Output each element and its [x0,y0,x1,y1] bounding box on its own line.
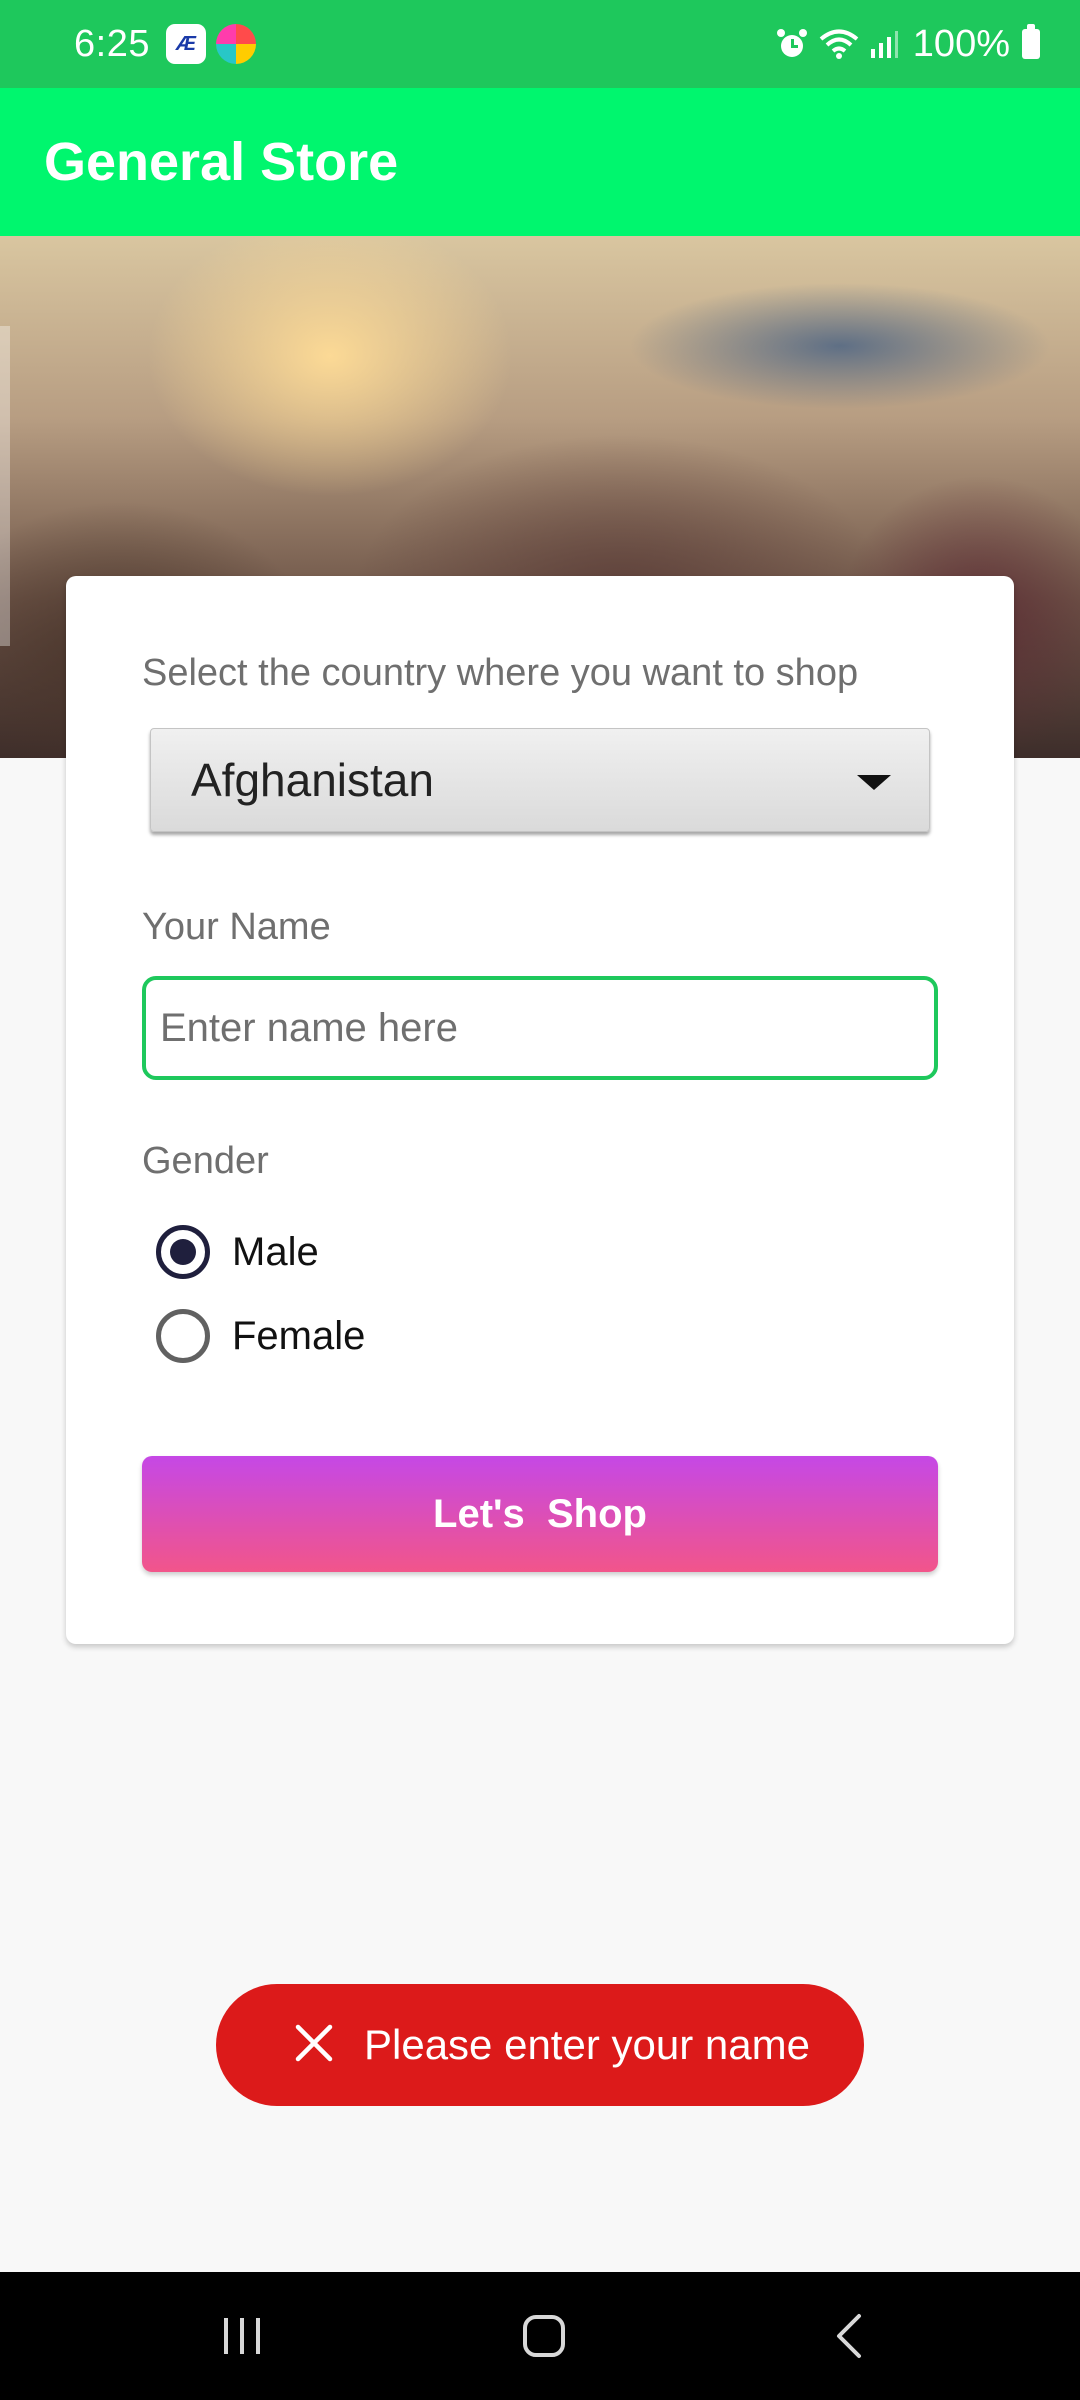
lets-shop-button[interactable]: Let's Shop [142,1456,938,1572]
name-input[interactable] [142,976,938,1080]
radio-female[interactable]: Female [156,1306,365,1366]
gender-label: Gender [142,1140,269,1182]
radio-male[interactable]: Male [156,1222,319,1282]
error-toast: Please enter your name [216,1984,864,2106]
app-bar: General Store [0,88,1080,236]
status-time: 6:25 [74,22,150,65]
form-card: Select the country where you want to sho… [66,576,1014,1644]
radio-label-female: Female [232,1313,366,1358]
country-selected-value: Afghanistan [191,754,434,806]
recents-button[interactable] [172,2272,312,2400]
status-system-icons: 100% [775,23,1040,66]
home-button[interactable] [474,2272,614,2400]
radio-label-male: Male [232,1229,319,1274]
app-title: General Store [44,132,399,192]
recents-icon [224,2318,260,2354]
home-icon [523,2315,565,2357]
back-button[interactable] [778,2272,918,2400]
alarm-icon [775,27,809,61]
dropdown-arrow-icon [857,775,891,790]
close-icon [294,2023,334,2068]
radio-checked-icon [156,1225,210,1279]
toast-message: Please enter your name [364,2021,810,2068]
name-label: Your Name [142,906,331,948]
color-app-icon [215,24,256,64]
country-dropdown[interactable]: Afghanistan [150,728,930,832]
country-label: Select the country where you want to sho… [142,652,859,694]
ae-app-icon: Æ [165,24,206,64]
navigation-bar [0,2272,1080,2400]
signal-icon [869,29,899,59]
battery-icon [1022,24,1040,59]
wifi-icon [819,28,859,60]
radio-unchecked-icon [156,1309,210,1363]
back-icon [837,2314,861,2358]
battery-percent: 100% [912,22,1010,65]
status-bar: 6:25 Æ 100% [0,0,1080,88]
